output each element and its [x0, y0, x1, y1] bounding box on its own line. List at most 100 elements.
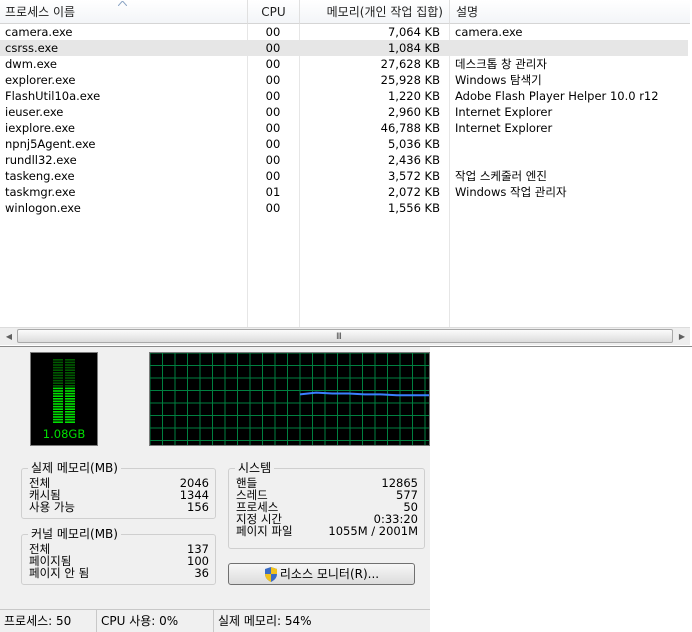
gauge-segment	[53, 403, 63, 405]
gauge-segment	[65, 382, 75, 384]
stat-row: 사용 가능 156	[29, 500, 209, 514]
cpu-cell: 00	[265, 57, 281, 71]
status-bar: 프로세스: 50 CPU 사용: 0% 실제 메모리: 54%	[0, 609, 430, 632]
gauge-segment	[53, 416, 63, 418]
gauge-segment	[53, 387, 63, 390]
gauge-segment	[53, 382, 63, 384]
process-list[interactable]: 프로세스 이름 CPU 메모리(개인 작업 집합) 설명 camera.exe 0…	[0, 0, 692, 347]
process-name-header-label: 프로세스 이름	[5, 5, 76, 19]
gauge-segment	[53, 361, 63, 364]
gauge-segment	[53, 372, 63, 374]
gauge-segment	[53, 385, 63, 387]
gauge-segment	[53, 418, 63, 421]
memory-cell: 27,628 KB	[380, 57, 440, 71]
gauge-segment	[53, 366, 63, 369]
process-row[interactable]: taskeng.exe 00 3,572 KB 작업 스케줄러 엔진	[0, 168, 688, 184]
scroll-right-button[interactable]: ▶	[674, 329, 690, 344]
column-header-memory[interactable]: 메모리(개인 작업 집합)	[299, 0, 449, 24]
column-header-process-name[interactable]: 프로세스 이름	[0, 0, 247, 24]
scroll-left-button[interactable]: ◀	[1, 329, 17, 344]
memory-cell: 1,556 KB	[387, 201, 440, 215]
process-name-cell: FlashUtil10a.exe	[5, 89, 101, 103]
memory-cell: 2,072 KB	[387, 185, 440, 199]
process-name-cell: ieuser.exe	[5, 105, 64, 119]
gauge-segment	[65, 364, 75, 366]
cpu-cell: 00	[265, 73, 281, 87]
scrollbar-grip: III	[336, 332, 342, 342]
cpu-cell: 00	[265, 41, 281, 55]
process-row[interactable]: winlogon.exe 00 1,556 KB	[0, 200, 688, 216]
gauge-segment	[65, 372, 75, 374]
memory-cell: 1,084 KB	[387, 41, 440, 55]
resource-monitor-button[interactable]: 리소스 모니터(R)...	[228, 563, 415, 585]
memory-cell: 2,436 KB	[387, 153, 440, 167]
gauge-segment	[65, 400, 75, 403]
gauge-segment	[53, 369, 63, 371]
gauge-segment	[65, 392, 75, 395]
gauge-segment	[53, 395, 63, 397]
gauge-segment	[53, 374, 63, 377]
process-row[interactable]: dwm.exe 00 27,628 KB 데스크톱 창 관리자	[0, 56, 688, 72]
memory-header-label: 메모리(개인 작업 집합)	[326, 5, 443, 19]
gauge-segment	[65, 416, 75, 418]
description-cell: 작업 스케줄러 엔진	[455, 169, 547, 183]
gauge-segment	[53, 359, 63, 361]
process-row[interactable]: rundll32.exe 00 2,436 KB	[0, 152, 688, 168]
description-cell: 데스크톱 창 관리자	[455, 57, 547, 71]
gauge-segment	[53, 377, 63, 379]
gauge-segment	[53, 392, 63, 395]
process-name-cell: taskmgr.exe	[5, 185, 76, 199]
memory-gauge-value: 1.08GB	[42, 427, 86, 441]
cpu-cell: 00	[265, 105, 281, 119]
cpu-cell: 00	[265, 25, 281, 39]
gauge-segment	[53, 413, 63, 416]
gauge-segment	[65, 395, 75, 397]
cpu-cell: 00	[265, 121, 281, 135]
performance-panel: 1.08GB 실제 메모리(MB) 전체 2046 캐시됨 1344 사용 가능 156 …	[0, 347, 430, 609]
process-row[interactable]: csrss.exe 00 1,084 KB	[0, 40, 688, 56]
resource-monitor-label: 리소스 모니터(R)...	[279, 567, 380, 581]
process-row[interactable]: npnj5Agent.exe 00 5,036 KB	[0, 136, 688, 152]
gauge-segment	[65, 390, 75, 392]
process-row[interactable]: taskmgr.exe 01 2,072 KB Windows 작업 관리자	[0, 184, 688, 200]
description-cell	[455, 200, 687, 216]
description-cell	[455, 136, 687, 152]
process-name-cell: explorer.exe	[5, 73, 76, 87]
gauge-segment	[65, 359, 75, 361]
gauge-segment	[65, 369, 75, 371]
status-process-count: 프로세스: 50	[0, 610, 97, 632]
column-header-cpu[interactable]: CPU	[247, 0, 299, 24]
process-row[interactable]: explorer.exe 00 25,928 KB Windows 탐색기	[0, 72, 688, 88]
stat-row: 페이지 파일 1055M / 2001M	[236, 524, 418, 538]
memory-usage-gauge: 1.08GB	[30, 352, 98, 446]
stat-value: 36	[194, 566, 209, 580]
uac-shield-icon	[264, 567, 277, 582]
gauge-segment	[65, 405, 75, 408]
gauge-segment	[65, 361, 75, 364]
description-cell	[455, 152, 687, 168]
column-header-description[interactable]: 설명	[449, 0, 690, 24]
gauge-segment	[53, 379, 63, 382]
gauge-segment	[53, 405, 63, 408]
memory-cell: 2,960 KB	[387, 105, 440, 119]
cpu-cell: 00	[265, 153, 281, 167]
description-cell: Adobe Flash Player Helper 10.0 r12	[455, 89, 659, 103]
memory-cell: 25,928 KB	[380, 73, 440, 87]
process-row[interactable]: FlashUtil10a.exe 00 1,220 KB Adobe Flash Pl…	[0, 88, 688, 104]
process-name-cell: winlogon.exe	[5, 201, 81, 215]
gauge-segment	[65, 374, 75, 377]
kernel-memory-title: 커널 메모리(MB)	[28, 527, 121, 541]
horizontal-scrollbar[interactable]: ◀ III ▶	[0, 327, 690, 345]
process-row[interactable]: ieuser.exe 00 2,960 KB Internet Explorer	[0, 104, 688, 120]
stat-value: 156	[187, 500, 209, 514]
process-row[interactable]: iexplore.exe 00 46,788 KB Internet Explorer	[0, 120, 688, 136]
process-row[interactable]: camera.exe 00 7,064 KB camera.exe	[0, 24, 688, 40]
process-name-cell: camera.exe	[5, 25, 73, 39]
gauge-segment	[65, 408, 75, 410]
gauge-segment	[53, 398, 63, 400]
description-cell: Windows 탐색기	[455, 73, 542, 87]
scrollbar-thumb[interactable]: III	[17, 329, 673, 343]
gauge-segment	[65, 421, 75, 423]
memory-cell: 46,788 KB	[380, 121, 440, 135]
description-cell: Internet Explorer	[455, 105, 553, 119]
